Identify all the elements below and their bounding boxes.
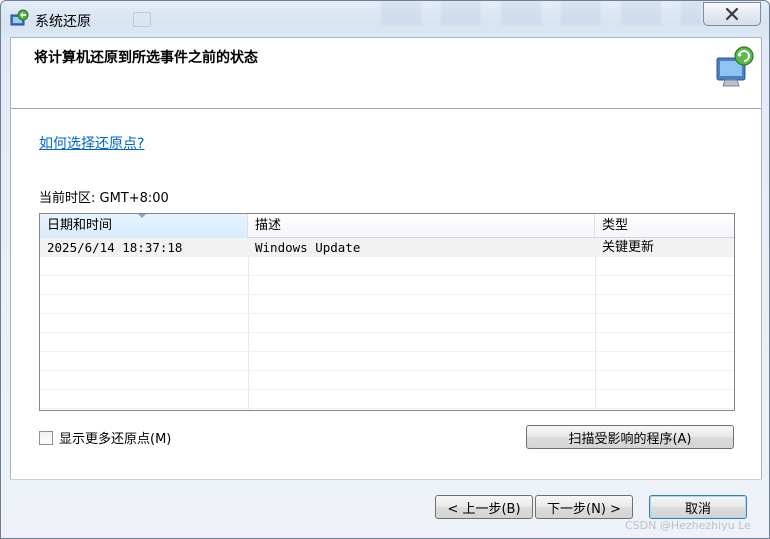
cell-date: 2025/6/14 18:37:18	[47, 240, 183, 255]
table-row-empty	[40, 333, 734, 352]
restore-points-table[interactable]: 日期和时间 描述 类型 2025/6/14 18:37:18 Windows U…	[39, 213, 735, 411]
watermark: CSDN @Hezhezhiyu Le	[625, 519, 751, 532]
column-header-description[interactable]: 描述	[248, 214, 595, 238]
table-row-empty	[40, 257, 734, 276]
close-button[interactable]	[703, 2, 761, 26]
table-row-empty	[40, 390, 734, 409]
back-button[interactable]: < 上一步(B)	[435, 495, 533, 519]
table-row-empty	[40, 314, 734, 333]
column-header-type-label: 类型	[602, 218, 629, 233]
cell-type: 关键更新	[602, 240, 655, 255]
column-header-type[interactable]: 类型	[595, 214, 734, 238]
close-icon	[725, 7, 739, 21]
window-title: 系统还原	[35, 14, 91, 30]
footer-divider	[10, 479, 762, 480]
scan-affected-programs-button[interactable]: 扫描受影响的程序(A)	[526, 425, 734, 449]
show-more-restore-points[interactable]: 显示更多还原点(M)	[39, 428, 171, 447]
column-header-date[interactable]: 日期和时间	[40, 214, 248, 238]
titlebar-background-decoration	[381, 1, 701, 25]
table-header: 日期和时间 描述 类型	[40, 214, 734, 238]
title-bar[interactable]: 系统还原	[1, 1, 769, 37]
help-choose-restore-point-link[interactable]: 如何选择还原点?	[39, 133, 144, 153]
table-row[interactable]: 2025/6/14 18:37:18 Windows Update 关键更新	[40, 238, 734, 257]
column-header-date-label: 日期和时间	[47, 218, 113, 233]
table-row-empty	[40, 352, 734, 371]
wizard-content: 将计算机还原到所选事件之前的状态 如何选择还原点? 当前时区: GMT+8:00…	[10, 37, 762, 480]
show-more-label: 显示更多还原点(M)	[59, 432, 172, 447]
show-more-checkbox[interactable]	[39, 430, 53, 445]
computer-restore-icon	[716, 46, 754, 87]
wizard-header: 将计算机还原到所选事件之前的状态	[11, 38, 761, 109]
table-row-empty	[40, 295, 734, 314]
system-restore-window: 系统还原 将计算机还原到所选事件之前的状态 如何选择还原点? 当前时区: GMT…	[0, 0, 770, 539]
cancel-button[interactable]: 取消	[649, 495, 747, 519]
timezone-label: 当前时区: GMT+8:00	[39, 191, 169, 206]
sort-descending-icon	[138, 214, 146, 218]
column-header-description-label: 描述	[255, 218, 282, 233]
table-row-empty	[40, 371, 734, 390]
page-title: 将计算机还原到所选事件之前的状态	[34, 50, 258, 66]
table-row-empty	[40, 276, 734, 295]
next-button[interactable]: 下一步(N) >	[535, 495, 633, 519]
cell-description: Windows Update	[255, 240, 361, 255]
calendar-icon	[133, 12, 151, 27]
system-restore-icon	[10, 9, 29, 26]
